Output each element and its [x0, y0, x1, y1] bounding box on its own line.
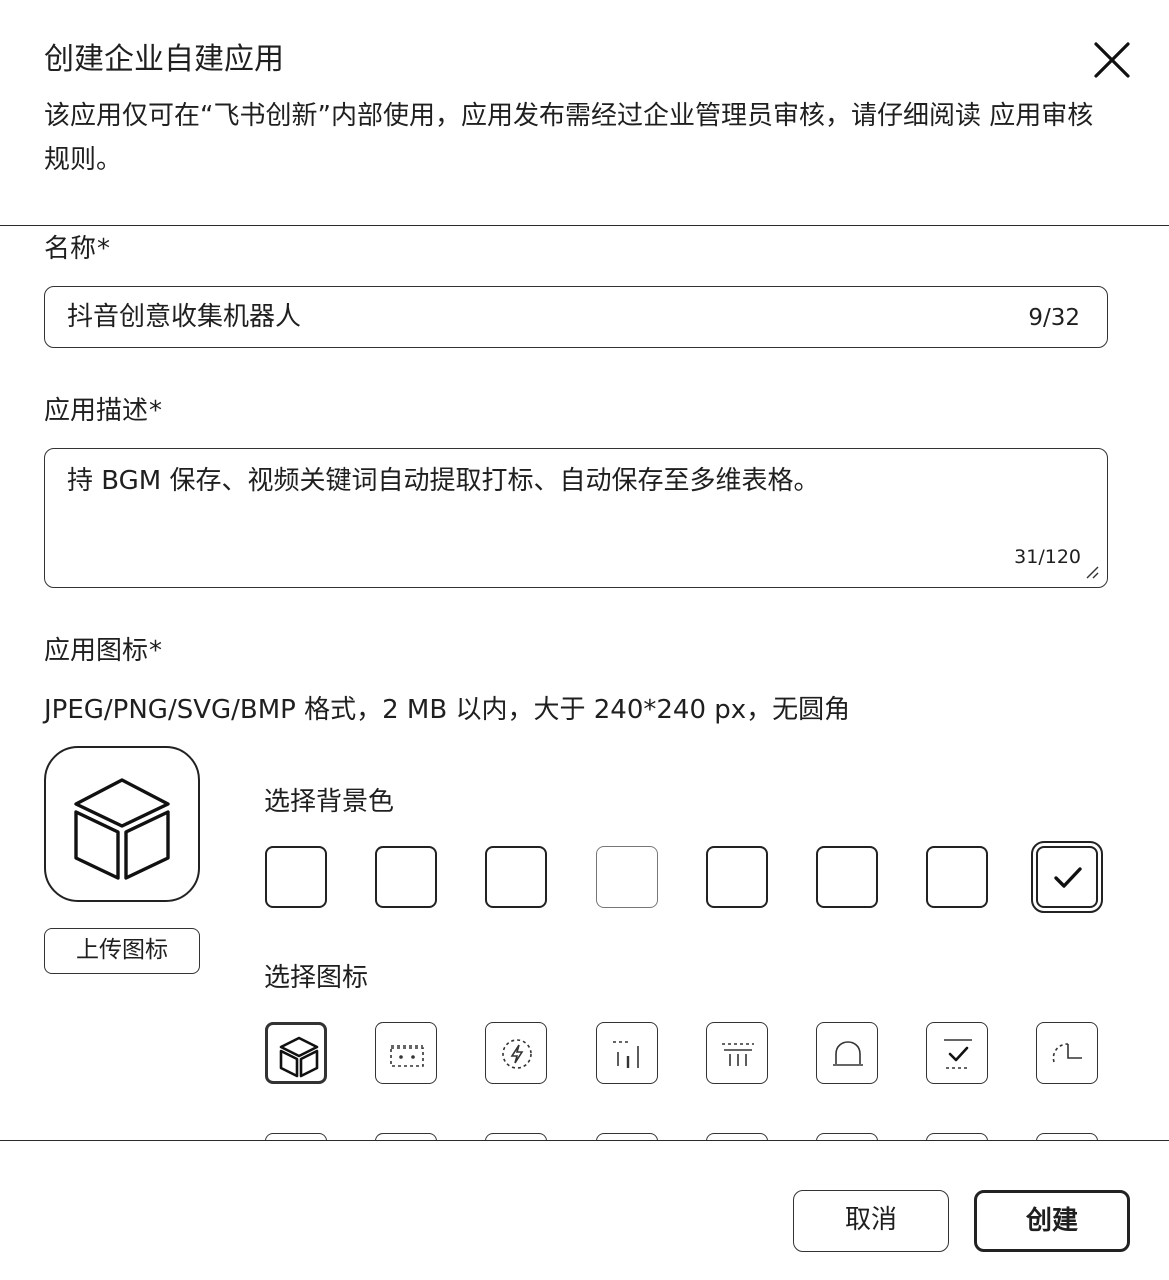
icon-option-robot[interactable] — [375, 1022, 437, 1084]
calendar-icon — [722, 1043, 754, 1066]
upload-icon-button[interactable]: 上传图标 — [44, 928, 200, 974]
background-swatch[interactable] — [926, 846, 988, 908]
background-swatch[interactable] — [265, 846, 327, 908]
background-swatch[interactable] — [596, 846, 658, 908]
chart-icon — [613, 1041, 639, 1068]
background-swatch[interactable] — [816, 846, 878, 908]
icon-option-chart[interactable] — [596, 1022, 658, 1084]
required-mark: * — [97, 234, 111, 264]
lightning-icon — [502, 1039, 532, 1069]
footer-divider — [0, 1140, 1169, 1141]
cube-icon — [279, 1036, 319, 1078]
background-color-label: 选择背景色 — [264, 787, 395, 817]
close-icon — [1094, 42, 1130, 78]
icon-option-lightning[interactable] — [485, 1022, 547, 1084]
name-input[interactable]: 抖音创意收集机器人 9/32 — [44, 286, 1108, 348]
description-label-text: 应用描述 — [44, 396, 149, 426]
name-char-counter: 9/32 — [1028, 305, 1080, 331]
required-mark: * — [149, 396, 163, 426]
name-label-text: 名称 — [44, 234, 97, 264]
header-divider — [0, 225, 1169, 226]
app-icon-label: 应用图标* — [44, 634, 162, 668]
app-icon-label-text: 应用图标 — [44, 636, 149, 666]
bell-icon — [833, 1041, 863, 1066]
checkmark-icon — [1054, 867, 1082, 888]
icon-format-hint: JPEG/PNG/SVG/BMP 格式，2 MB 以内，大于 240*240 p… — [44, 695, 851, 725]
dialog-title: 创建企业自建应用 — [44, 42, 284, 77]
name-input-value: 抖音创意收集机器人 — [67, 302, 302, 332]
robot-icon — [390, 1045, 424, 1067]
create-button[interactable]: 创建 — [974, 1190, 1130, 1252]
icon-option-calendar[interactable] — [706, 1022, 768, 1084]
description-textarea[interactable]: 持 BGM 保存、视频关键词自动提取打标、自动保存至多维表格。 31/120 — [44, 448, 1108, 588]
clock-icon — [1052, 1043, 1082, 1063]
name-label: 名称* — [44, 232, 110, 266]
close-button[interactable] — [1090, 38, 1134, 82]
required-mark: * — [149, 636, 163, 666]
icon-option-clock[interactable] — [1036, 1022, 1098, 1084]
background-swatch-selected[interactable] — [1031, 841, 1103, 913]
description-value: 持 BGM 保存、视频关键词自动提取打标、自动保存至多维表格。 — [67, 466, 820, 496]
background-swatch[interactable] — [485, 846, 547, 908]
cancel-button[interactable]: 取消 — [793, 1190, 949, 1252]
resize-handle-icon[interactable] — [1085, 565, 1099, 579]
checklist-icon — [944, 1039, 972, 1069]
description-char-counter: 31/120 — [1014, 546, 1081, 568]
review-notice: 该应用仅可在“飞书创新”内部使用，应用发布需经过企业管理员审核，请仔细阅读 应用… — [44, 101, 1094, 175]
cube-icon — [74, 778, 170, 880]
icon-option-bell[interactable] — [816, 1022, 878, 1084]
icon-option-checklist[interactable] — [926, 1022, 988, 1084]
description-label: 应用描述* — [44, 394, 162, 428]
background-swatch[interactable] — [706, 846, 768, 908]
app-icon-preview — [44, 746, 200, 902]
icon-option-cube[interactable] — [265, 1022, 327, 1084]
choose-icon-label: 选择图标 — [264, 963, 369, 993]
background-swatch[interactable] — [375, 846, 437, 908]
